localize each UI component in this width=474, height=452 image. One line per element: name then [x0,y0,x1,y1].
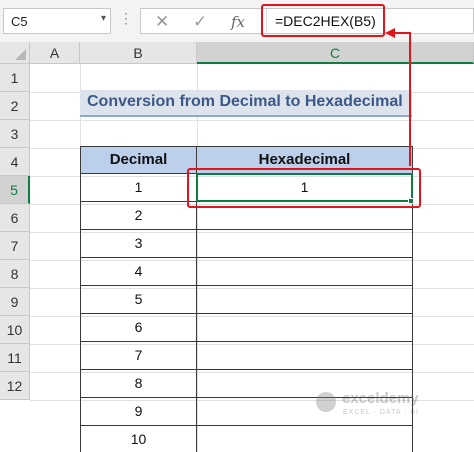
exceldemy-logo-icon [316,392,336,412]
callout-arrow-line [393,32,411,166]
watermark-name: exceldemy [342,390,419,407]
watermark: exceldemy EXCEL · DATA · BI [316,390,466,430]
callout-arrow [385,28,411,166]
excel-window: C5 ▾ ⋮ ✕ ✓ fx =DEC2HEX(B5) A B C 1234567… [0,0,474,452]
watermark-tagline: EXCEL · DATA · BI [343,409,419,416]
callout-arrow-head [385,28,395,38]
